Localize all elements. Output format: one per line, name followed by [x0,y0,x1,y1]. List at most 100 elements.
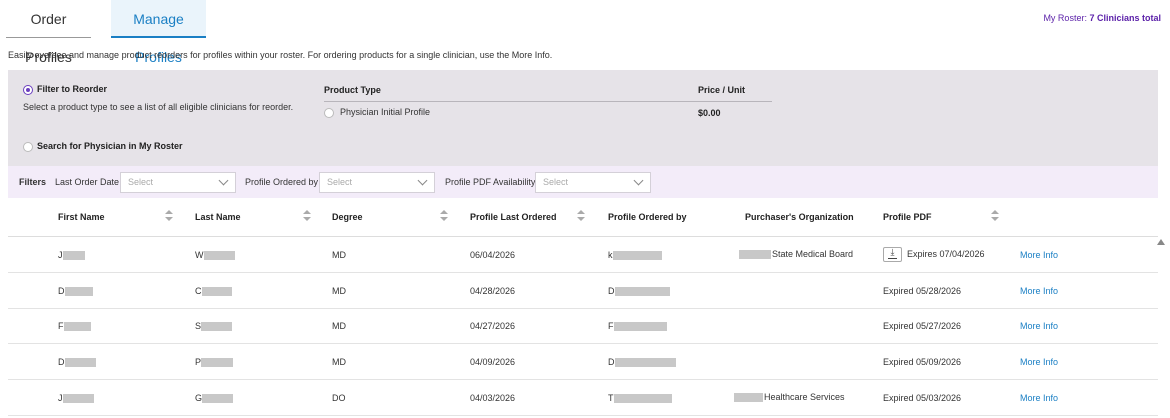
header-degree[interactable]: Degree [332,212,363,222]
cell-last-name: G [195,393,234,404]
cell-degree: MD [332,250,346,260]
search-physician-label: Search for Physician in My Roster [37,141,183,151]
sort-icon[interactable] [440,210,448,222]
cell-profile-pdf: ⤓ Expires 07/04/2026 [883,247,985,262]
pdf-status: Expired 05/03/2026 [883,393,962,403]
profile-ordered-by-label: Profile Ordered by [245,177,319,187]
redacted-block [201,358,234,368]
filters-bar: Filters Last Order Date Select Profile O… [8,166,1158,198]
more-info-link[interactable]: More Info [1020,357,1058,367]
tab-manage-profiles[interactable]: Manage Profiles [111,0,206,65]
select-placeholder: Select [543,177,569,187]
cell-purchaser-org: Healthcare Services [734,392,845,403]
cell-last-name: P [195,357,234,368]
header-profile-pdf[interactable]: Profile PDF [883,212,932,222]
product-option-physician-initial-profile[interactable]: Physician Initial Profile [324,107,430,118]
pdf-status: Expired 05/27/2026 [883,321,962,331]
cell-last-ordered: 04/03/2026 [470,393,516,403]
last-order-date-select[interactable]: Select [120,172,236,193]
pdf-availability-label: Profile PDF Availability [445,177,536,187]
redacted-block [64,287,93,297]
pdf-status: Expires 07/04/2026 [907,248,985,259]
sort-icon[interactable] [577,210,585,222]
profile-ordered-by-select[interactable]: Select [319,172,435,193]
last-initial: G [195,393,203,403]
sort-icon[interactable] [991,210,999,222]
roster-summary: My Roster: 7 Clinicians total [1043,13,1161,23]
price-unit-header: Price / Unit [698,85,746,95]
chevron-down-icon [633,175,644,186]
cell-last-ordered: 04/09/2026 [470,357,516,367]
cell-purchaser-org: State Medical Board [739,249,854,260]
cell-degree: MD [332,286,346,296]
cell-ordered-by: D [608,286,670,297]
cell-first-name: J [58,250,85,261]
sort-icon[interactable] [303,210,311,222]
more-info-link[interactable]: More Info [1020,321,1058,331]
table-row: D C MD 04/28/2026 D Expired 05/28/2026 M… [8,273,1158,309]
chevron-down-icon [417,175,428,186]
cell-last-name: W [195,250,235,261]
cell-last-ordered: 04/27/2026 [470,321,516,331]
header-last-name[interactable]: Last Name [195,212,241,222]
redacted-block [203,251,235,261]
roster-label: My Roster: [1043,13,1087,23]
more-info-link[interactable]: More Info [1020,250,1058,260]
tab-bar: Order Profiles Manage Profiles My Roster… [0,0,1170,65]
redacted-block [613,322,667,332]
cell-ordered-by: D [608,357,676,368]
header-purchaser-org: Purchaser's Organization [745,212,854,222]
cell-degree: MD [332,357,346,367]
filter-to-reorder-label: Filter to Reorder [37,84,108,94]
scroll-up-arrow-icon[interactable] [1157,239,1165,245]
redacted-block [613,394,672,404]
radio-unchecked-icon[interactable] [324,107,334,118]
purchaser-org-text: State Medical Board [772,249,854,259]
product-type-header: Product Type [324,85,381,95]
radio-checked-icon[interactable] [23,84,33,95]
cell-profile-pdf: Expired 05/27/2026 [883,321,961,331]
cell-first-name: D [58,357,96,368]
redacted-block [201,322,233,332]
product-divider [324,101,772,102]
select-placeholder: Select [128,177,154,187]
cell-ordered-by: F [608,321,667,332]
redacted-block [62,251,85,261]
chevron-down-icon [218,175,229,186]
product-option-label: Physician Initial Profile [340,107,431,117]
header-first-name[interactable]: First Name [58,212,105,222]
table-header: First Name Last Name Degree Profile Last… [8,198,1158,237]
cell-last-ordered: 06/04/2026 [470,250,516,260]
purchaser-org-text: Healthcare Services [764,392,845,402]
redacted-block [63,322,91,332]
cell-last-name: C [195,286,232,297]
cell-ordered-by: T [608,393,672,404]
pdf-availability-select[interactable]: Select [535,172,651,193]
more-info-link[interactable]: More Info [1020,286,1058,296]
header-profile-last-ordered[interactable]: Profile Last Ordered [470,212,557,222]
intro-text: Easily oversee and manage product reorde… [8,50,553,60]
table-row: F S MD 04/27/2026 F Expired 05/27/2026 M… [8,309,1158,344]
sort-icon[interactable] [165,210,173,222]
pdf-status: Expired 05/28/2026 [883,286,962,296]
cell-degree: MD [332,321,346,331]
select-placeholder: Select [327,177,353,187]
more-info-link[interactable]: More Info [1020,393,1058,403]
table-row: D P MD 04/09/2026 D Expired 05/09/2026 M… [8,344,1158,380]
download-icon[interactable]: ⤓ [883,247,902,262]
cell-last-name: S [195,321,233,332]
cell-first-name: F [58,321,91,332]
filters-title: Filters [19,177,47,187]
filter-to-reorder-option[interactable]: Filter to Reorder [23,84,107,95]
cell-first-name: J [58,393,94,404]
redacted-block [64,358,96,368]
cell-profile-pdf: Expired 05/03/2026 [883,393,961,403]
tab-order-profiles[interactable]: Order Profiles [6,0,91,65]
redacted-block [734,393,763,403]
search-physician-option[interactable]: Search for Physician in My Roster [23,141,183,152]
last-order-date-label: Last Order Date [55,177,120,187]
product-price: $0.00 [698,108,721,118]
pdf-status: Expired 05/09/2026 [883,357,962,367]
radio-unchecked-icon[interactable] [23,141,33,152]
reorder-panel: Filter to Reorder Select a product type … [8,70,1158,166]
